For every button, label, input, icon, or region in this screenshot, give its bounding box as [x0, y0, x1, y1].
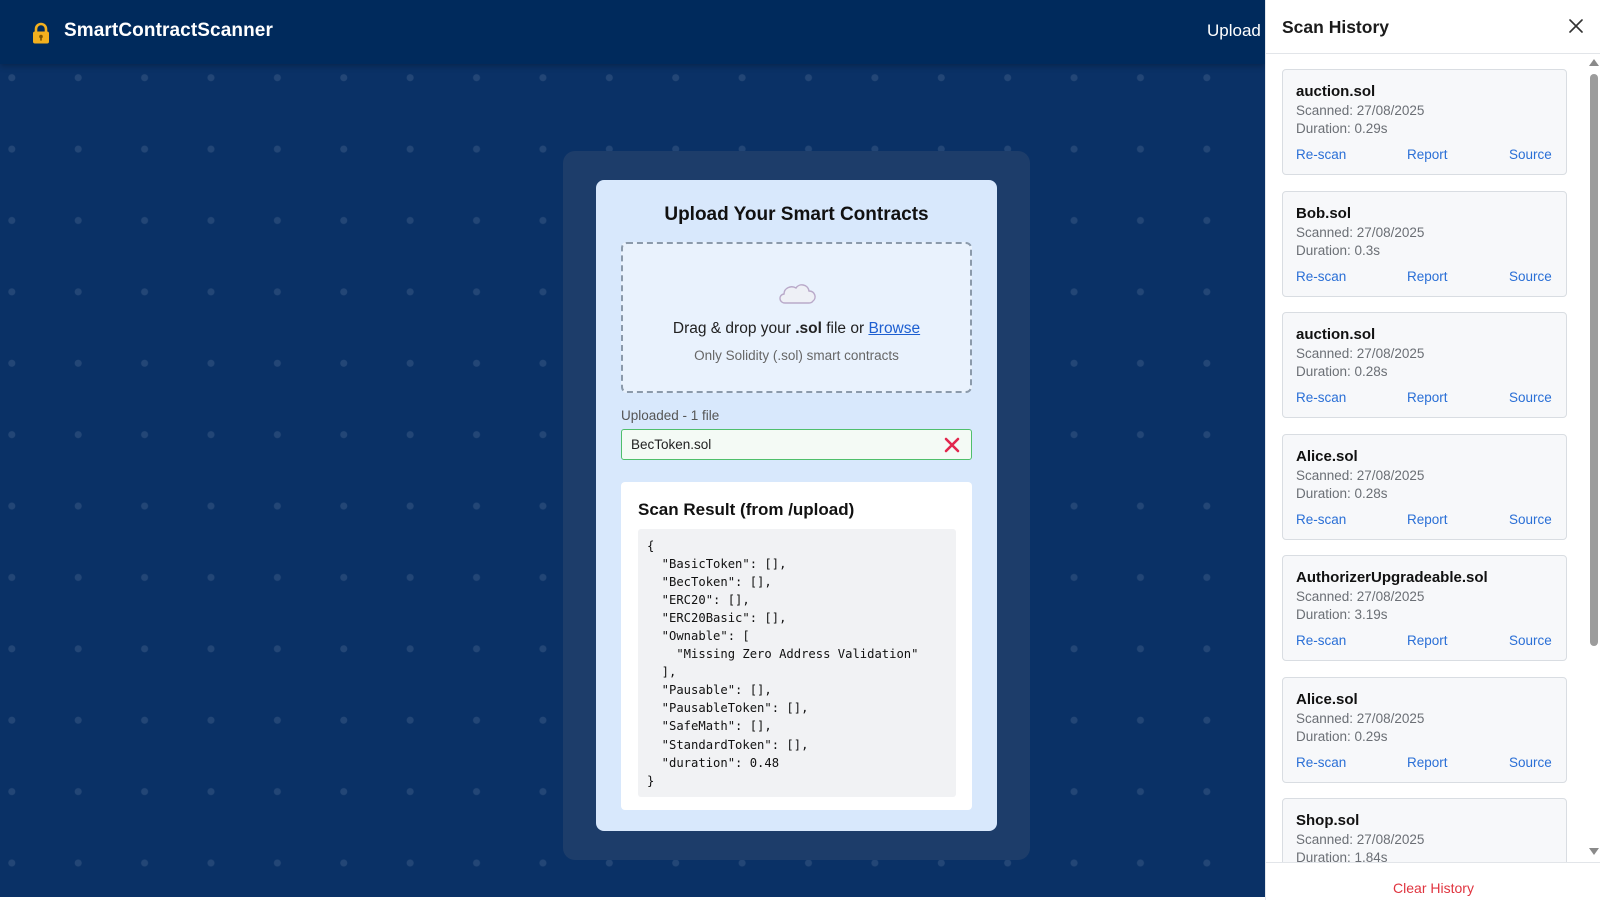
- upload-title: Upload Your Smart Contracts: [664, 204, 929, 225]
- close-icon[interactable]: [1569, 19, 1583, 33]
- report-link[interactable]: Report: [1407, 633, 1448, 648]
- history-file-name: auction.sol: [1296, 326, 1376, 343]
- scan-result-json: { "BasicToken": [], "BecToken": [], "ERC…: [638, 529, 956, 797]
- history-file-name: Alice.sol: [1296, 690, 1358, 708]
- history-scanned-date: Scanned: 27/08/2025: [1296, 710, 1425, 726]
- history-card: auction.sol Scanned: 27/08/2025 Duration: …: [1282, 69, 1567, 175]
- scrollbar-thumb[interactable]: [1590, 74, 1598, 646]
- history-file-name: Alice.sol: [1296, 447, 1358, 465]
- file-dropzone[interactable]: Drag & drop your .sol file or Browse Onl…: [621, 242, 972, 393]
- report-link[interactable]: Report: [1407, 147, 1448, 162]
- history-card: Shop.sol Scanned: 27/08/2025 Duration: 1.8…: [1282, 798, 1567, 862]
- history-scanned-date: Scanned: 27/08/2025: [1296, 346, 1425, 361]
- dropzone-middle: file or: [821, 320, 869, 337]
- history-scanned-date: Scanned: 27/08/2025: [1296, 467, 1425, 483]
- dropzone-instruction: Drag & drop your .sol file or Browse: [623, 320, 970, 338]
- report-link[interactable]: Report: [1407, 512, 1448, 527]
- history-card: AuthorizerUpgradeable.sol Scanned: 27/08/…: [1282, 555, 1567, 661]
- uploaded-file-name: BecToken.sol: [631, 437, 712, 452]
- history-card: Alice.sol Scanned: 27/08/2025 Duration: 0.…: [1282, 433, 1567, 540]
- history-scanned-date: Scanned: 27/08/2025: [1296, 103, 1425, 118]
- history-duration: Duration: 3.19s: [1296, 607, 1388, 622]
- top-navbar: SmartContractScanner Upload: [0, 0, 1265, 64]
- scroll-up-arrow-icon[interactable]: [1589, 59, 1599, 66]
- history-file-name: auction.sol: [1296, 83, 1376, 100]
- source-link[interactable]: Source: [1509, 269, 1552, 284]
- history-duration: Duration: 0.29s: [1296, 728, 1388, 744]
- source-link[interactable]: Source: [1509, 633, 1552, 648]
- json-line: "ERC20Basic": [],: [647, 611, 787, 626]
- history-file-name: Shop.sol: [1296, 812, 1360, 829]
- history-scanned-date: Scanned: 27/08/2025: [1296, 589, 1425, 604]
- clear-history-button[interactable]: Clear History: [1266, 880, 1600, 896]
- json-line: ],: [647, 665, 677, 680]
- history-title: Scan History: [1282, 17, 1389, 37]
- history-scanned-date: Scanned: 27/08/2025: [1296, 832, 1425, 847]
- rescan-link[interactable]: Re-scan: [1296, 390, 1346, 405]
- dropzone-extension: .sol: [795, 320, 822, 337]
- rescan-link[interactable]: Re-scan: [1296, 633, 1346, 648]
- app-brand[interactable]: SmartContractScanner: [64, 20, 273, 42]
- scroll-down-arrow-icon[interactable]: [1589, 848, 1599, 855]
- json-line: "BecToken": [],: [647, 575, 772, 590]
- rescan-link[interactable]: Re-scan: [1296, 147, 1346, 162]
- history-list[interactable]: auction.sol Scanned: 27/08/2025 Duration: …: [1266, 55, 1586, 862]
- history-duration: Duration: 0.29s: [1296, 121, 1388, 136]
- json-line: "duration": 0.48: [647, 755, 780, 770]
- rescan-link[interactable]: Re-scan: [1296, 755, 1346, 770]
- history-card: Alice.sol Scanned: 27/08/2025 Duration: 0.…: [1282, 676, 1567, 783]
- json-line: {: [647, 539, 655, 553]
- json-line: "StandardToken": [],: [647, 737, 809, 752]
- dropzone-hint: Only Solidity (.sol) smart contracts: [694, 348, 899, 363]
- json-line: "BasicToken": [],: [647, 557, 787, 572]
- json-line: "PausableToken": [],: [647, 701, 809, 716]
- dropzone-prefix: Drag & drop your: [672, 320, 796, 337]
- cloud-icon: [779, 284, 816, 304]
- lock-icon: [33, 22, 49, 44]
- history-duration: Duration: 0.3s: [1296, 242, 1381, 258]
- json-line: "ERC20": [],: [647, 593, 750, 608]
- browse-link[interactable]: Browse: [868, 320, 920, 337]
- history-scrollbar[interactable]: [1586, 55, 1600, 862]
- json-line: "Missing Zero Address Validation": [647, 647, 919, 662]
- history-header: Scan History: [1266, 0, 1600, 54]
- history-file-name: AuthorizerUpgradeable.sol: [1296, 569, 1488, 586]
- scan-history-panel: Scan History auction.sol Scanned: 27/08/2…: [1265, 0, 1600, 900]
- history-footer: Clear History: [1266, 862, 1600, 900]
- history-card: auction.sol Scanned: 27/08/2025 Duration: …: [1282, 312, 1567, 418]
- source-link[interactable]: Source: [1509, 147, 1552, 162]
- history-duration: Duration: 1.84s: [1296, 850, 1388, 862]
- history-card: Bob.sol Scanned: 27/08/2025 Duration: 0.3s…: [1282, 190, 1567, 297]
- source-link[interactable]: Source: [1509, 390, 1552, 405]
- report-link[interactable]: Report: [1407, 390, 1448, 405]
- history-file-name: Bob.sol: [1296, 204, 1351, 222]
- nav-upload-link[interactable]: Upload: [1207, 21, 1261, 41]
- json-line: }: [647, 773, 655, 788]
- json-line: "Ownable": [: [647, 629, 750, 644]
- history-duration: Duration: 0.28s: [1296, 364, 1388, 379]
- scan-result-title: Scan Result (from /upload): [638, 500, 855, 519]
- report-link[interactable]: Report: [1407, 269, 1448, 284]
- history-scanned-date: Scanned: 27/08/2025: [1296, 224, 1425, 240]
- source-link[interactable]: Source: [1509, 512, 1552, 527]
- json-line: "Pausable": [],: [647, 683, 772, 698]
- json-line: "SafeMath": [],: [647, 719, 772, 734]
- source-link[interactable]: Source: [1509, 755, 1552, 770]
- main-app-area: SmartContractScanner Upload Upload Your …: [0, 0, 1265, 897]
- report-link[interactable]: Report: [1407, 755, 1448, 770]
- history-duration: Duration: 0.28s: [1296, 485, 1388, 501]
- rescan-link[interactable]: Re-scan: [1296, 269, 1346, 284]
- uploaded-count-label: Uploaded - 1 file: [621, 408, 720, 423]
- upload-card: Upload Your Smart Contracts Drag & drop …: [596, 180, 997, 831]
- scan-result-box: Scan Result (from /upload) { "BasicToken…: [621, 482, 972, 810]
- rescan-link[interactable]: Re-scan: [1296, 512, 1346, 527]
- remove-file-icon[interactable]: [943, 436, 961, 454]
- uploaded-file-item: BecToken.sol: [621, 429, 972, 460]
